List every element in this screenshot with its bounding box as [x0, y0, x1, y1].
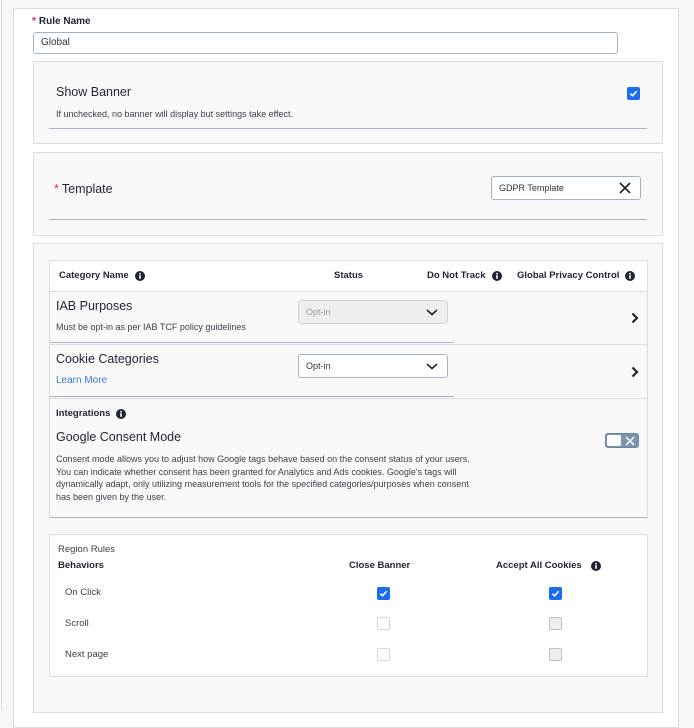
status-select-cookie-categories[interactable]: Opt-in	[298, 354, 448, 378]
accept-all-scroll-checkbox[interactable]	[549, 617, 562, 630]
category-title: Cookie Categories	[56, 352, 159, 366]
section-divider	[49, 219, 647, 220]
info-icon[interactable]	[491, 270, 502, 281]
info-icon[interactable]	[116, 408, 127, 419]
show-banner-title: Show Banner	[56, 85, 132, 99]
close-banner-scroll-checkbox[interactable]	[377, 617, 390, 630]
region-rules-table: Region Rules Behaviors Close Banner Acce…	[49, 534, 648, 677]
integrations-label: Integrations	[56, 408, 127, 419]
show-banner-description: If unchecked, no banner will display but…	[56, 109, 293, 119]
header-close-banner: Close Banner	[349, 560, 411, 571]
header-behaviors: Behaviors	[58, 560, 104, 571]
toggle-knob	[607, 435, 621, 446]
behavior-on-click: On Click	[65, 587, 101, 598]
accept-all-next-page-checkbox[interactable]	[549, 648, 562, 661]
categories-table: Category Name Status Do Not Track Global…	[49, 260, 648, 518]
categories-section: Category Name Status Do Not Track Global…	[33, 243, 663, 713]
close-icon	[625, 436, 635, 446]
chevron-right-icon[interactable]	[631, 366, 639, 378]
template-select[interactable]: GDPR Template	[491, 176, 641, 200]
google-consent-mode-title: Google Consent Mode	[56, 430, 182, 444]
learn-more-link[interactable]: Learn More	[56, 375, 107, 386]
info-icon[interactable]	[590, 560, 601, 571]
header-category-name: Category Name	[59, 270, 145, 281]
rule-name-input[interactable]: Global	[33, 32, 618, 54]
info-icon[interactable]	[625, 270, 636, 281]
header-accept-all-cookies: Accept All Cookies	[496, 560, 601, 571]
region-rules-title: Region Rules	[58, 544, 116, 555]
close-icon[interactable]	[618, 181, 632, 195]
status-select-iab: Opt-in	[298, 300, 448, 324]
behavior-next-page: Next page	[65, 649, 109, 660]
category-row-cookie-categories: Cookie Categories Learn More Opt-in	[50, 345, 647, 398]
checkmark-icon	[629, 90, 638, 97]
template-label: * Template	[54, 182, 113, 196]
required-marker: *	[54, 182, 59, 196]
google-consent-mode-toggle[interactable]	[605, 433, 639, 448]
template-section: * Template GDPR Template	[33, 152, 663, 236]
close-banner-on-click-checkbox[interactable]	[377, 587, 390, 600]
header-do-not-track: Do Not Track	[427, 270, 502, 281]
checkmark-icon	[551, 590, 560, 597]
row-underline	[50, 342, 454, 343]
checkmark-icon	[379, 590, 388, 597]
close-banner-next-page-checkbox[interactable]	[377, 648, 390, 661]
chevron-down-icon	[426, 309, 438, 316]
behavior-scroll: Scroll	[65, 618, 89, 629]
chevron-down-icon	[426, 363, 438, 370]
chevron-right-icon[interactable]	[631, 312, 639, 324]
header-global-privacy-control: Global Privacy Control	[517, 270, 636, 281]
show-banner-checkbox[interactable]	[627, 87, 640, 100]
show-banner-section: Show Banner If unchecked, no banner will…	[33, 61, 663, 144]
google-consent-mode-description: Consent mode allows you to adjust how Go…	[56, 454, 470, 503]
category-subtitle: Must be opt-in as per IAB TCF policy gui…	[56, 322, 246, 332]
row-divider	[50, 517, 647, 518]
integrations-row: Integrations Google Consent Mode Consent…	[50, 399, 647, 517]
section-divider	[49, 128, 647, 129]
accept-all-on-click-checkbox[interactable]	[549, 587, 562, 600]
category-title: IAB Purposes	[56, 299, 133, 313]
row-underline	[50, 396, 454, 397]
page-left-border	[1, 0, 2, 710]
template-selected-value: GDPR Template	[499, 183, 564, 193]
required-marker: *	[32, 16, 36, 27]
header-status: Status	[334, 270, 364, 281]
rule-name-label: * Rule Name	[32, 16, 91, 27]
info-icon[interactable]	[134, 270, 145, 281]
category-row-iab-purposes: IAB Purposes Must be opt-in as per IAB T…	[50, 292, 647, 344]
